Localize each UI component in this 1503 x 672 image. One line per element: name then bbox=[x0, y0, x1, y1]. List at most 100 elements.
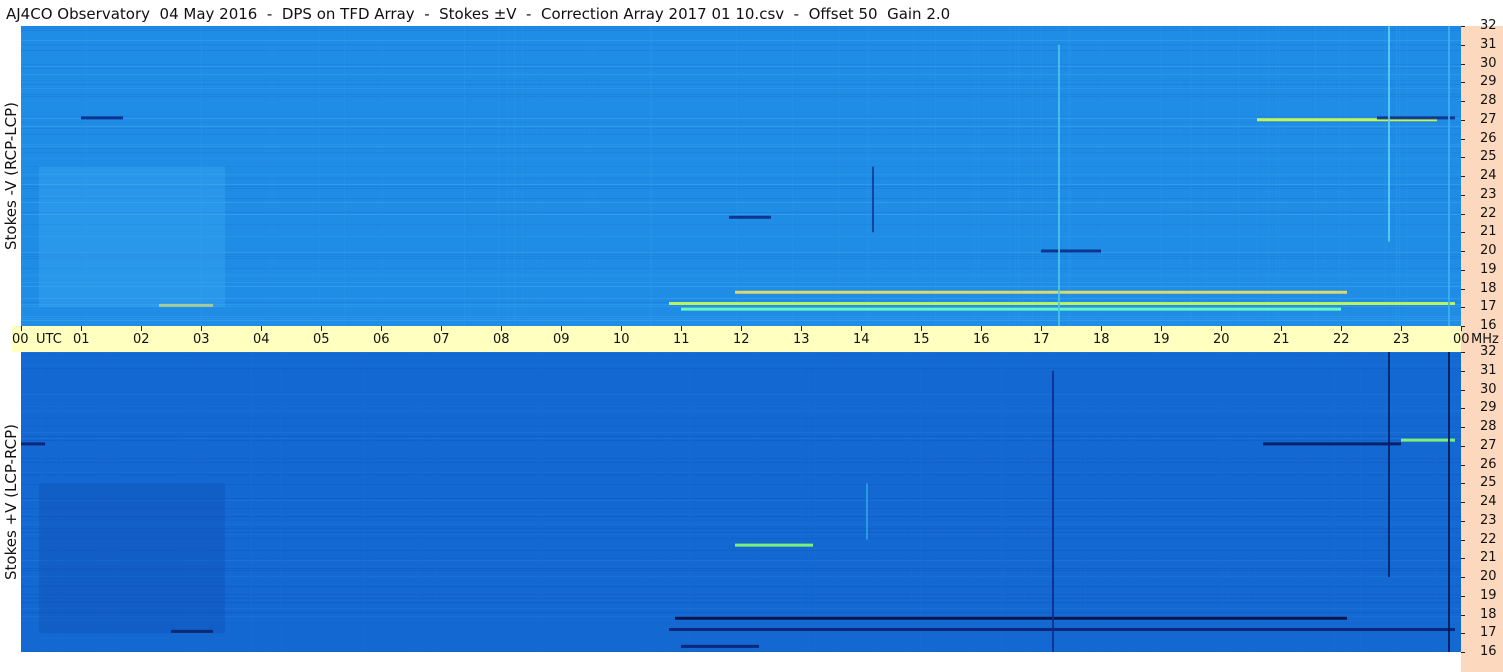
time-tick-mark bbox=[1220, 326, 1222, 331]
heatmap-texture-row bbox=[21, 298, 1461, 299]
time-tick-label: 17 bbox=[1033, 332, 1050, 347]
spectrogram-panel-stokes-minus-v bbox=[21, 26, 1461, 326]
heatmap-texture-column bbox=[364, 352, 365, 652]
time-tick-label: 03 bbox=[193, 332, 210, 347]
heatmap-texture-row bbox=[21, 152, 1461, 153]
time-tick-mark bbox=[380, 326, 382, 331]
heatmap-texture-column bbox=[1333, 352, 1334, 652]
frequency-tick-label: 29 bbox=[1480, 74, 1497, 90]
heatmap-texture-column bbox=[1003, 352, 1004, 652]
heatmap-texture-column bbox=[867, 26, 868, 326]
y-axis-label-top: Stokes -V (RCP-LCP) bbox=[2, 102, 20, 250]
heatmap-texture-column bbox=[1220, 352, 1221, 652]
frequency-tick-mark bbox=[1461, 539, 1465, 541]
heatmap-texture-column bbox=[280, 352, 281, 652]
time-tick-label: 19 bbox=[1153, 332, 1170, 347]
heatmap-texture-row bbox=[21, 40, 1461, 41]
heatmap-texture-row bbox=[21, 410, 1461, 411]
heatmap-texture-row bbox=[21, 608, 1461, 609]
heatmap-texture-row bbox=[21, 474, 1461, 475]
heatmap-texture-column bbox=[1406, 26, 1407, 326]
heatmap-texture-row bbox=[21, 118, 1461, 119]
heatmap-texture-row bbox=[21, 184, 1461, 185]
heatmap-texture-column bbox=[537, 352, 538, 652]
heatmap-texture-column bbox=[650, 26, 651, 326]
heatmap-texture-row bbox=[21, 274, 1461, 275]
time-tick-mark bbox=[200, 326, 202, 331]
time-tick-mark bbox=[1040, 326, 1042, 331]
time-tick-label: 20 bbox=[1213, 332, 1230, 347]
heatmap-texture-row bbox=[21, 144, 1461, 145]
heatmap-texture-row bbox=[21, 96, 1461, 97]
heatmap-texture-row bbox=[21, 514, 1461, 515]
heatmap-texture-column bbox=[1102, 26, 1103, 326]
heatmap-texture-column bbox=[1206, 26, 1207, 326]
frequency-tick-mark bbox=[1461, 614, 1465, 616]
heatmap-texture-row bbox=[21, 254, 1461, 255]
time-tick-label: 01 bbox=[73, 332, 90, 347]
frequency-tick-label: 26 bbox=[1480, 130, 1497, 146]
heatmap-texture-row bbox=[21, 612, 1461, 613]
heatmap-texture-row bbox=[21, 316, 1461, 317]
signal-vertical-line bbox=[1448, 352, 1450, 652]
heatmap-texture-row bbox=[21, 66, 1461, 67]
heatmap-texture-row bbox=[21, 406, 1461, 407]
time-tick-label: 21 bbox=[1273, 332, 1290, 347]
heatmap-texture-column bbox=[911, 352, 912, 652]
heatmap-texture-column bbox=[930, 352, 931, 652]
frequency-tick-mark bbox=[1461, 82, 1465, 84]
heatmap-texture-row bbox=[21, 318, 1461, 319]
heatmap-texture-row bbox=[21, 366, 1461, 367]
time-tick-mark bbox=[680, 326, 682, 331]
frequency-tick-mark bbox=[1461, 251, 1465, 252]
heatmap-texture-row bbox=[21, 438, 1461, 439]
signal-vertical-line bbox=[1058, 44, 1060, 326]
heatmap-texture-column bbox=[270, 26, 271, 326]
heatmap-texture-column bbox=[1360, 352, 1361, 652]
heatmap-texture-column bbox=[251, 352, 252, 652]
frequency-tick-label: 25 bbox=[1480, 475, 1497, 491]
frequency-tick-label: 23 bbox=[1480, 512, 1497, 528]
heatmap-texture-row bbox=[21, 224, 1461, 225]
heatmap-texture-row bbox=[21, 586, 1461, 587]
heatmap-texture-column bbox=[1068, 26, 1069, 326]
heatmap-texture-row bbox=[21, 364, 1461, 365]
frequency-tick-label: 31 bbox=[1480, 362, 1497, 378]
time-tick-mark bbox=[500, 326, 502, 331]
heatmap-texture-row bbox=[21, 560, 1461, 561]
signal-vertical-line bbox=[1388, 26, 1390, 242]
heatmap-texture-column bbox=[869, 26, 870, 326]
signal-band bbox=[735, 290, 1347, 294]
heatmap-texture-row bbox=[21, 484, 1461, 485]
heatmap-texture-row bbox=[21, 306, 1461, 307]
time-tick-mark bbox=[1100, 326, 1102, 331]
heatmap-texture-column bbox=[22, 26, 23, 326]
frequency-tick-label: 24 bbox=[1480, 494, 1497, 509]
y-axis-label-bottom: Stokes +V (LCP-RCP) bbox=[2, 424, 20, 580]
heatmap-texture-column bbox=[1339, 26, 1340, 326]
heatmap-texture-row bbox=[21, 598, 1461, 599]
heatmap-texture-row bbox=[21, 352, 1461, 353]
heatmap-texture-row bbox=[21, 134, 1461, 135]
frequency-tick-label: 28 bbox=[1480, 93, 1497, 108]
frequency-tick-label: 25 bbox=[1480, 149, 1497, 165]
frequency-tick-label: 17 bbox=[1480, 625, 1497, 641]
frequency-tick-mark bbox=[1461, 577, 1465, 578]
heatmap-texture-column bbox=[814, 352, 815, 652]
frequency-tick-mark bbox=[1461, 176, 1465, 177]
heatmap-texture-row bbox=[21, 146, 1461, 147]
heatmap-texture-column bbox=[935, 26, 936, 326]
signal-band bbox=[681, 307, 1341, 311]
frequency-tick-label: 27 bbox=[1480, 437, 1497, 453]
heatmap-texture-column bbox=[1009, 26, 1010, 326]
heatmap-texture-row bbox=[21, 458, 1461, 459]
heatmap-texture-column bbox=[1018, 26, 1019, 326]
signal-band bbox=[81, 116, 123, 120]
signal-band bbox=[681, 644, 759, 648]
heatmap-texture-column bbox=[808, 352, 809, 652]
heatmap-texture-column bbox=[1385, 26, 1386, 326]
frequency-tick-mark bbox=[1461, 408, 1465, 410]
heatmap-texture-column bbox=[536, 26, 537, 326]
heatmap-texture-column bbox=[651, 26, 652, 326]
heatmap-texture-row bbox=[21, 166, 1461, 167]
